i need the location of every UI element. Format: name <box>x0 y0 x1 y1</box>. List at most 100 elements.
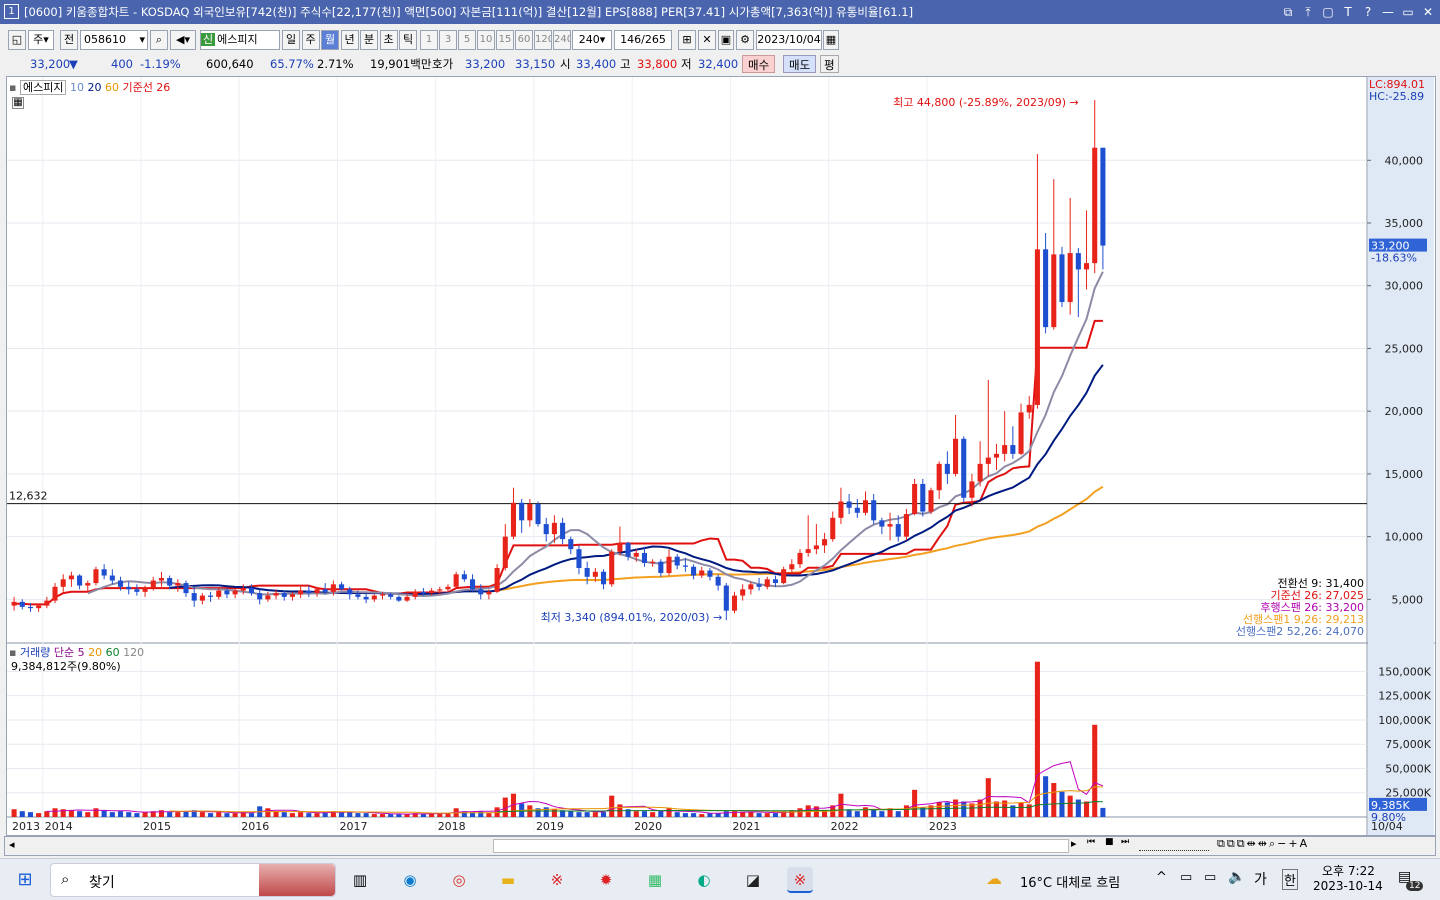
zoom-icon[interactable]: ⊞ <box>678 30 696 50</box>
eval-button[interactable]: 평 <box>820 55 839 73</box>
cross-icon[interactable]: ✕ <box>698 30 716 50</box>
network-icon[interactable]: ▭ <box>1180 870 1192 885</box>
windows-start-icon[interactable]: ⊞ <box>12 867 38 893</box>
minute-tab[interactable]: 120 <box>534 30 552 50</box>
candle-body <box>347 589 353 595</box>
calculator-icon[interactable]: ▦ <box>642 867 668 893</box>
period-tab[interactable]: 주 <box>301 30 320 50</box>
pin-icon[interactable]: ⤒ <box>1300 0 1316 24</box>
scroll-right-icon[interactable]: ▸ <box>1071 837 1077 850</box>
period-tab[interactable]: 분 <box>360 30 378 50</box>
chart-svg[interactable]: 40,000 35,000 30,000 25,000 20,000 15,000 10,0… <box>7 77 1435 835</box>
low-label: 저 <box>681 57 692 71</box>
minute-select[interactable]: 240▾ <box>572 30 612 50</box>
save-icon[interactable]: ▣ <box>718 30 734 50</box>
kiwoom-active-icon[interactable]: ※ <box>787 867 813 893</box>
stock-name-field[interactable]: 신 에스피지 <box>200 30 280 50</box>
scroll-left-icon[interactable]: ◂ <box>9 838 15 851</box>
minute-tab[interactable]: 10 <box>477 30 495 50</box>
app-swirl-icon[interactable]: ◐ <box>691 867 717 893</box>
legend-vma120[interactable]: 120 <box>123 646 144 659</box>
period-tab[interactable]: 일 <box>282 30 300 50</box>
candle-body <box>330 584 336 592</box>
minute-tab[interactable]: 240 <box>553 30 571 50</box>
candle-body <box>298 590 304 595</box>
task-view-icon[interactable]: ▥ <box>347 867 373 893</box>
layout-icon[interactable]: ◱ <box>8 30 26 50</box>
candle-body <box>1051 254 1057 328</box>
sell-button[interactable]: 매도 <box>783 55 817 73</box>
count-field[interactable]: 146/265 <box>614 30 672 50</box>
sticky-app-icon[interactable]: ◪ <box>740 867 766 893</box>
candle-body <box>1083 263 1090 270</box>
candle-body <box>1059 254 1065 303</box>
settings-gear-icon[interactable]: ⚙ <box>736 30 754 50</box>
candle-body <box>371 595 377 600</box>
prev-button[interactable]: 전 <box>60 30 78 50</box>
volume-bar <box>265 808 271 817</box>
search-icon[interactable]: ⌕ <box>150 30 168 50</box>
scroll-last-icon[interactable]: ⏭ <box>1121 837 1129 847</box>
kiwoom-hts-icon[interactable]: ※ <box>544 867 570 893</box>
sound-icon[interactable]: ◀▾ <box>170 30 196 50</box>
display-icon[interactable]: ▭ <box>1204 870 1216 885</box>
close-icon[interactable]: ✕ <box>1420 0 1436 24</box>
minute-tab[interactable]: 1 <box>420 30 438 50</box>
chart-area[interactable]: 40,000 35,000 30,000 25,000 20,000 15,000 10,0… <box>6 76 1436 836</box>
minute-tab[interactable]: 60 <box>515 30 533 50</box>
search-box[interactable]: ⌕ 찾기 <box>50 863 336 897</box>
edge-browser-icon[interactable]: ◉ <box>397 867 423 893</box>
buy-button[interactable]: 매수 <box>742 55 776 73</box>
zoom-ruler[interactable] <box>1139 841 1209 851</box>
volume-bar <box>568 811 574 817</box>
restore-group-icon[interactable]: ⧉ <box>1280 0 1296 24</box>
scroll-thumb[interactable] <box>493 839 1069 853</box>
calendar-icon[interactable]: ▦ <box>823 30 839 50</box>
period-tab[interactable]: 년 <box>340 30 359 50</box>
clock-time[interactable]: 오후 7:22 <box>1322 862 1375 879</box>
period-tab[interactable]: 틱 <box>399 30 417 50</box>
scroll-first-icon[interactable]: ⏮ <box>1087 837 1095 847</box>
ime-mode[interactable]: 가 <box>1254 869 1267 889</box>
legend-stock-name[interactable]: 에스피지 <box>19 80 67 95</box>
hoga-label: 호가 <box>432 57 454 71</box>
grid-table-icon[interactable]: ▦ <box>12 97 24 109</box>
window-copy-icon[interactable]: ▢ <box>1320 0 1336 24</box>
text-icon[interactable]: T <box>1340 0 1356 24</box>
period-tab[interactable]: 월 <box>321 30 339 50</box>
volume-bar <box>379 814 386 817</box>
chart-type-select[interactable]: 주▾ <box>28 30 54 50</box>
view-tools[interactable]: ⧉⧉⧉⇹⇹⌕−+A <box>1217 837 1309 851</box>
chevron-up-icon[interactable]: ^ <box>1156 870 1167 885</box>
volume-bar <box>609 795 615 817</box>
ime-hangul[interactable]: 한 <box>1282 869 1298 890</box>
minute-tab[interactable]: 15 <box>496 30 514 50</box>
stock-code-input[interactable]: 058610 ▾ <box>80 30 148 50</box>
volume-icon[interactable]: 🔈 <box>1228 869 1245 885</box>
window-number[interactable]: 1 <box>4 4 19 19</box>
maximize-icon[interactable]: ▭ <box>1400 0 1416 24</box>
legend-ma10[interactable]: 10 <box>70 81 84 94</box>
volume-bar <box>396 814 402 817</box>
candle-body <box>584 568 590 577</box>
clock-date[interactable]: 2023-10-14 <box>1313 879 1383 893</box>
file-explorer-icon[interactable]: ▬ <box>495 867 521 893</box>
weather-text[interactable]: 16°C 대체로 흐림 <box>1020 872 1120 891</box>
candle-body <box>887 524 893 527</box>
volume-bar <box>674 812 680 817</box>
horizontal-scrollbar[interactable]: ◂ ▸ ⏮ ■ ⏭ ⧉⧉⧉⇹⇹⌕−+A <box>4 836 1436 856</box>
legend-baseline[interactable]: 기준선 26 <box>122 81 170 94</box>
kiwoom-app-icon[interactable]: ✹ <box>593 867 619 893</box>
legend-ma20[interactable]: 20 <box>87 81 101 94</box>
period-tab[interactable]: 초 <box>379 30 398 50</box>
date-field[interactable]: 2023/10/04 <box>756 30 822 50</box>
minimize-icon[interactable]: — <box>1380 0 1396 24</box>
scroll-stop-icon[interactable]: ■ <box>1105 837 1114 847</box>
candle-body <box>379 594 386 596</box>
chrome-icon[interactable]: ◎ <box>446 867 472 893</box>
ask-price: 33,200 <box>465 57 506 71</box>
minute-tab[interactable]: 3 <box>439 30 457 50</box>
help-icon[interactable]: ? <box>1360 0 1376 24</box>
minute-tab[interactable]: 5 <box>458 30 476 50</box>
legend-ma60[interactable]: 60 <box>105 81 119 94</box>
